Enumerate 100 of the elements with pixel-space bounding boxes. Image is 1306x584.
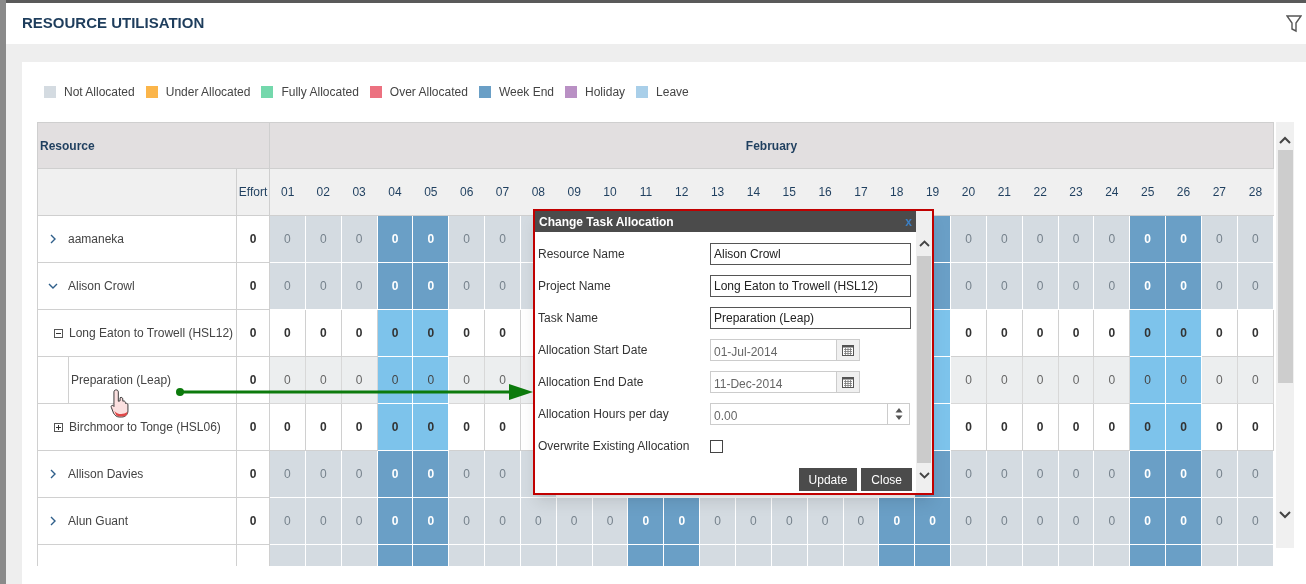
day-header: 25 [1129, 168, 1166, 216]
day-header: 28 [1237, 168, 1274, 216]
table-cell: 0 [1237, 450, 1274, 498]
resource-name[interactable]: aamaneka [68, 230, 125, 248]
text-field[interactable]: Preparation (Leap) [710, 307, 911, 329]
table-cell: 0 [699, 497, 736, 545]
table-cell: 0 [236, 403, 270, 451]
chevron-down-icon[interactable] [48, 283, 58, 289]
table-cell: 0 [663, 497, 700, 545]
chevron-right-icon[interactable] [50, 516, 56, 526]
scroll-down-icon[interactable] [918, 472, 930, 479]
table-cell: 0 [377, 309, 413, 357]
table-cell: 0 [1165, 450, 1202, 498]
table-cell: 0 [1129, 309, 1166, 357]
resource-name[interactable]: Alun Guant [68, 512, 129, 530]
table-cell: 0 [269, 309, 306, 357]
column-header: Effort [236, 168, 270, 216]
checkbox[interactable] [710, 439, 723, 453]
table-cell: 0 [1093, 356, 1130, 404]
resource-name[interactable]: Alison Crowl [68, 277, 135, 295]
dialog-button[interactable]: Update [798, 468, 858, 491]
table-cell: 0 [1058, 403, 1094, 451]
text-field[interactable]: Long Eaton to Trowell (HSL12) [710, 275, 911, 297]
table-cell: 0 [305, 215, 342, 263]
spinner-icon[interactable] [894, 407, 903, 421]
task-name[interactable]: Preparation (Leap) [71, 371, 172, 389]
table-cell: 0 [986, 309, 1023, 357]
chevron-right-icon[interactable] [50, 234, 56, 244]
table-cell: 0 [484, 403, 521, 451]
table-cell: 0 [448, 215, 485, 263]
table-cell: 0 [269, 262, 306, 310]
table-cell: 0 [341, 497, 378, 545]
calendar-icon[interactable] [842, 376, 854, 388]
field-label: Overwrite Existing Allocation [538, 438, 691, 455]
table-cell: 0 [1129, 356, 1166, 404]
table-cell: 0 [412, 497, 449, 545]
table-cell: 0 [484, 497, 521, 545]
number-field[interactable]: 0.00 [710, 403, 888, 425]
table-cell: 0 [1093, 309, 1130, 357]
day-header: 03 [341, 168, 378, 216]
table-cell: 0 [448, 403, 485, 451]
table-cell: 0 [1165, 403, 1202, 451]
resource-name[interactable]: Allison Davies [68, 465, 144, 483]
day-header: 07 [484, 168, 521, 216]
table-cell: 0 [1093, 262, 1130, 310]
filter-icon[interactable] [1286, 14, 1302, 33]
table-cell: 0 [986, 497, 1023, 545]
table-cell: 0 [1201, 309, 1238, 357]
day-header: 06 [448, 168, 485, 216]
table-cell: 0 [1022, 450, 1059, 498]
month-header: February [269, 122, 1274, 169]
table-cell: 0 [1093, 450, 1130, 498]
dialog-title: Change Task Allocation [539, 213, 674, 231]
table-cell: 0 [1201, 497, 1238, 545]
table-cell: 0 [843, 497, 879, 545]
field-label: Allocation Hours per day [538, 406, 670, 423]
field-label: Allocation Start Date [538, 342, 649, 359]
table-cell: 0 [1022, 309, 1059, 357]
scroll-up-icon[interactable] [918, 240, 930, 247]
table-cell: 0 [269, 450, 306, 498]
scroll-down-icon[interactable] [1279, 511, 1291, 519]
day-header: 04 [377, 168, 413, 216]
dialog-button[interactable]: Close [861, 468, 912, 491]
table-cell: 0 [448, 450, 485, 498]
table-cell: 0 [448, 262, 485, 310]
table-cell: 0 [914, 497, 951, 545]
table-cell: 0 [1058, 215, 1094, 263]
date-field[interactable]: 01-Jul-2014 [710, 339, 837, 361]
scrollbar[interactable] [1276, 122, 1294, 548]
table-cell: 0 [1058, 497, 1094, 545]
table-cell: 0 [1201, 450, 1238, 498]
table-cell: 0 [236, 497, 270, 545]
legend-label: Leave [656, 84, 689, 101]
table-cell: 0 [1129, 450, 1166, 498]
table-cell: 0 [1237, 262, 1274, 310]
table-cell: 0 [1165, 356, 1202, 404]
scroll-up-icon[interactable] [1279, 136, 1291, 144]
day-header: 26 [1165, 168, 1202, 216]
table-cell: 0 [950, 403, 987, 451]
table-cell: 0 [448, 497, 485, 545]
expand-icon[interactable] [54, 422, 63, 432]
day-header: 24 [1093, 168, 1130, 216]
text-field[interactable]: Alison Crowl [710, 243, 911, 265]
calendar-icon[interactable] [842, 344, 854, 356]
date-field[interactable]: 11-Dec-2014 [710, 371, 837, 393]
chevron-right-icon[interactable] [50, 469, 56, 479]
table-cell: 0 [1237, 215, 1274, 263]
table-cell: 0 [412, 450, 449, 498]
table-cell: 0 [735, 497, 772, 545]
table-cell: 0 [412, 309, 449, 357]
field-label: Task Name [538, 310, 600, 327]
table-cell: 0 [341, 450, 378, 498]
legend-label: Over Allocated [389, 84, 468, 101]
table-cell: 0 [1201, 215, 1238, 263]
table-cell: 0 [1237, 356, 1274, 404]
day-header: 02 [305, 168, 342, 216]
scroll-thumb[interactable] [917, 256, 931, 463]
scroll-thumb[interactable] [1277, 150, 1293, 383]
scrollbar[interactable] [916, 211, 932, 493]
collapse-icon[interactable] [54, 328, 63, 338]
